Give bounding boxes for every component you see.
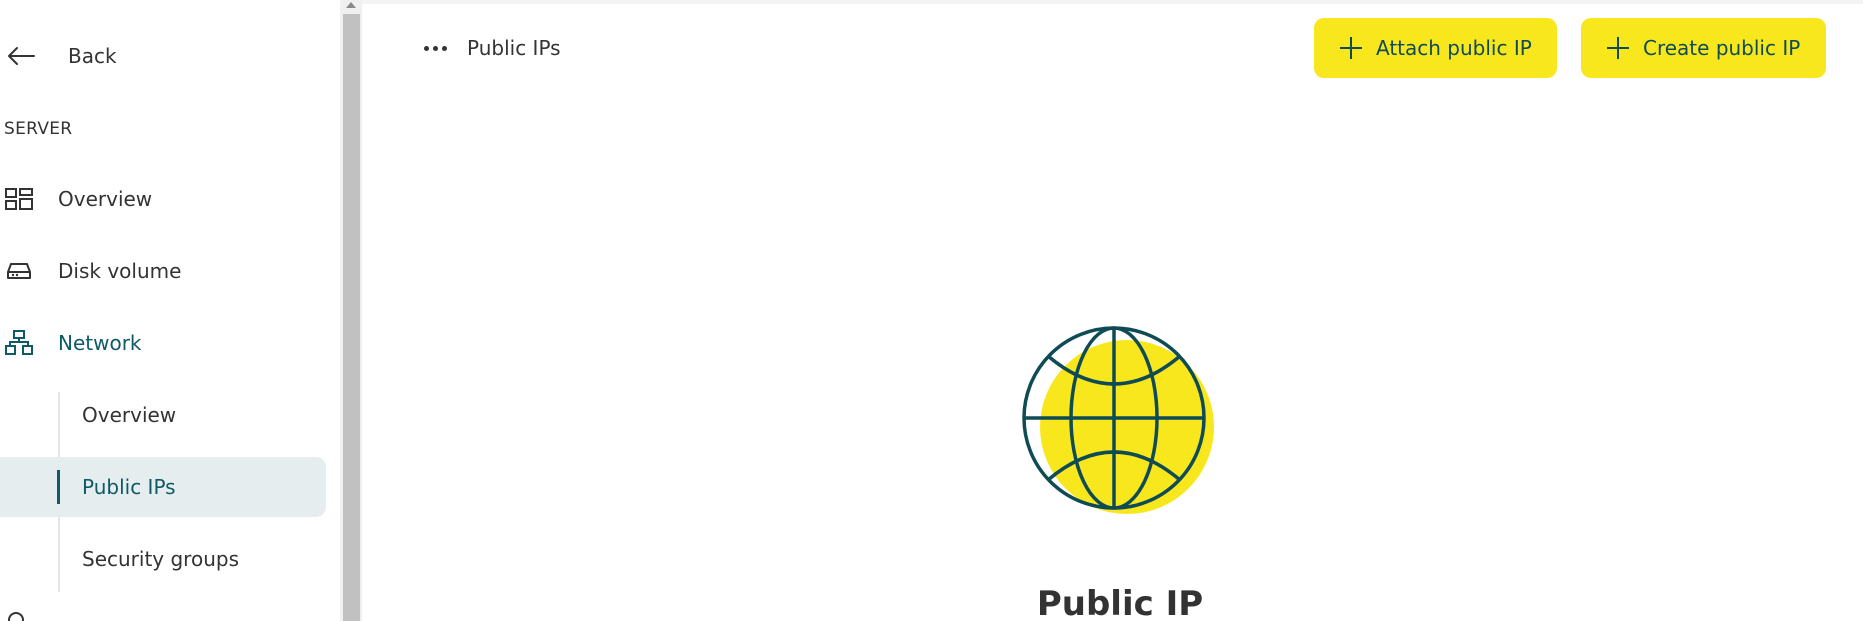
sidebar: Back SERVER Overview Disk volume Network… bbox=[0, 0, 340, 621]
section-title: SERVER bbox=[4, 119, 73, 139]
scrollbar-thumb[interactable] bbox=[343, 14, 360, 621]
arrow-left-icon bbox=[8, 47, 35, 65]
sidebar-subitem-security-groups[interactable]: Security groups bbox=[0, 529, 326, 589]
attach-button-label: Attach public IP bbox=[1376, 36, 1532, 60]
breadcrumb: Public IPs bbox=[424, 30, 561, 66]
sidebar-subitem-label: Overview bbox=[82, 403, 177, 427]
empty-state-title: Public IP bbox=[1036, 584, 1204, 621]
top-divider bbox=[362, 0, 1863, 4]
grid-icon bbox=[4, 187, 34, 211]
more-dots-icon[interactable] bbox=[424, 45, 447, 51]
hard-drive-icon bbox=[4, 259, 34, 283]
back-label: Back bbox=[68, 44, 117, 68]
create-button-label: Create public IP bbox=[1643, 36, 1801, 60]
sidebar-item-overview[interactable]: Overview bbox=[0, 171, 152, 227]
sidebar-item-disk-volume[interactable]: Disk volume bbox=[0, 243, 181, 299]
plus-icon bbox=[1607, 37, 1629, 59]
back-button[interactable]: Back bbox=[6, 36, 146, 76]
breadcrumb-current: Public IPs bbox=[467, 36, 561, 60]
sidebar-subitem-label: Security groups bbox=[82, 547, 239, 571]
sidebar-item-label: Network bbox=[58, 331, 142, 355]
sidebar-subitem-overview[interactable]: Overview bbox=[0, 385, 326, 445]
sidebar-subitem-public-ips[interactable]: Public IPs bbox=[0, 457, 326, 517]
main-content: Public IPs Attach public IP Create publi… bbox=[362, 0, 1863, 621]
sidebar-item-label: Overview bbox=[58, 187, 153, 211]
partial-item-icon bbox=[8, 612, 24, 621]
sidebar-subitem-label: Public IPs bbox=[82, 475, 176, 499]
scroll-up-arrow[interactable] bbox=[340, 0, 362, 14]
network-icon bbox=[4, 330, 34, 355]
sidebar-item-network[interactable]: Network bbox=[0, 315, 142, 371]
attach-public-ip-button[interactable]: Attach public IP bbox=[1314, 18, 1557, 78]
plus-icon bbox=[1340, 37, 1362, 59]
active-marker bbox=[57, 470, 60, 504]
create-public-ip-button[interactable]: Create public IP bbox=[1581, 18, 1826, 78]
sidebar-item-label: Disk volume bbox=[58, 259, 182, 283]
globe-icon bbox=[1022, 326, 1214, 514]
